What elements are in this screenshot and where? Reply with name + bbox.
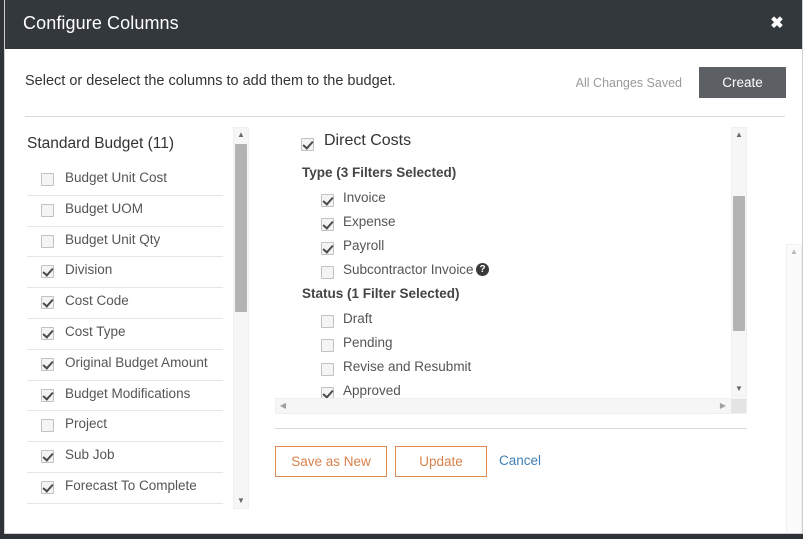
create-button[interactable]: Create [699, 67, 786, 98]
dialog-titlebar: Configure Columns ✖ [5, 0, 802, 49]
column-list-item[interactable]: Original Budget Amount [27, 350, 223, 381]
column-label: Budget Modifications [65, 385, 191, 401]
column-checkbox[interactable] [41, 173, 54, 186]
column-list: Budget Unit Cost Budget UOM Budget Unit Qt… [27, 165, 223, 510]
filter-label: Subcontractor Invoice [343, 262, 474, 277]
direct-costs-panel: Direct Costs Type (3 Filters Selected) In… [275, 117, 753, 517]
chevron-up-icon[interactable]: ▲ [732, 128, 746, 142]
filter-label: Payroll [343, 238, 385, 253]
scrollbar-corner [731, 399, 746, 413]
filter-checkbox[interactable] [321, 266, 334, 279]
column-list-item[interactable]: Forecast To Complete [27, 473, 223, 504]
direct-costs-checkbox[interactable] [301, 138, 314, 151]
configure-columns-dialog: Configure Columns ✖ Select or deselect t… [4, 0, 803, 534]
dialog-body: Standard Budget (11) Budget Unit Cost Bud… [5, 117, 802, 533]
column-label: Budget Unit Qty [65, 231, 161, 247]
filter-checkbox[interactable] [321, 315, 334, 328]
column-list-item[interactable]: Division [27, 257, 223, 289]
column-checkbox[interactable] [41, 450, 54, 464]
instruction-text: Select or deselect the columns to add th… [25, 73, 396, 89]
column-list-item[interactable]: Budget UOM [27, 196, 223, 227]
chevron-up-icon[interactable]: ▲ [234, 128, 248, 142]
filter-label: Approved [343, 383, 401, 398]
save-status-text: All Changes Saved [575, 76, 682, 90]
dialog-title: Configure Columns [23, 13, 179, 33]
column-label: Cost Type [65, 323, 126, 339]
filter-checkbox[interactable] [321, 363, 334, 376]
column-checkbox[interactable] [41, 203, 54, 217]
filter-checkbox[interactable] [321, 194, 334, 207]
direct-costs-label: Direct Costs [324, 132, 412, 149]
column-list-scrollbar[interactable]: ▲ ▼ [233, 127, 249, 509]
filter-checkbox[interactable] [321, 339, 334, 352]
filter-label: Invoice [343, 190, 386, 205]
filters-vertical-scrollbar[interactable]: ▲ ▼ [731, 127, 747, 397]
chevron-up-icon[interactable]: ▲ [787, 245, 801, 259]
filter-label: Expense [343, 214, 396, 229]
column-list-item[interactable]: Budget Unit Qty [27, 227, 223, 258]
cancel-link[interactable]: Cancel [499, 453, 541, 468]
chevron-left-icon[interactable]: ◀ [276, 399, 290, 413]
column-list-item[interactable]: Sub Job [27, 442, 223, 473]
chevron-right-icon[interactable]: ▶ [716, 399, 730, 413]
chevron-down-icon[interactable]: ▼ [732, 382, 746, 396]
filters-horizontal-scrollbar[interactable]: ◀ ▶ [275, 398, 747, 414]
column-label: Sub Job [65, 447, 115, 463]
column-label: Forecast To Complete [65, 477, 197, 493]
filters-scroll-area: Direct Costs Type (3 Filters Selected) In… [275, 127, 730, 417]
column-label: Division [65, 262, 113, 278]
filter-label: Revise and Resubmit [343, 359, 472, 374]
column-checkbox[interactable] [41, 419, 54, 433]
column-checkbox[interactable] [41, 388, 54, 402]
column-checkbox[interactable] [41, 357, 54, 371]
save-as-new-button[interactable]: Save as New [275, 446, 387, 477]
filter-label: Pending [343, 335, 393, 350]
column-list-item[interactable]: Budget Unit Cost [27, 165, 223, 196]
column-checkbox[interactable] [41, 326, 54, 340]
column-label: Original Budget Amount [65, 354, 208, 370]
column-list-item[interactable]: Budget Modifications [27, 381, 223, 412]
standard-budget-panel: Standard Budget (11) Budget Unit Cost Bud… [25, 117, 253, 517]
column-checkbox[interactable] [41, 265, 54, 279]
column-label: Project [65, 416, 108, 432]
close-icon[interactable]: ✖ [766, 13, 788, 35]
filter-checkbox[interactable] [321, 242, 334, 255]
column-list-item[interactable]: Project [27, 411, 223, 443]
scrollbar-thumb[interactable] [235, 144, 247, 312]
column-checkbox[interactable] [41, 480, 54, 494]
column-checkbox[interactable] [41, 234, 54, 248]
column-label: Budget Unit Cost [65, 170, 168, 185]
help-circle-icon[interactable]: ? [476, 263, 489, 276]
filter-group-heading: Status (1 Filter Selected) [302, 286, 460, 301]
chevron-down-icon[interactable]: ▼ [234, 494, 248, 508]
filter-checkbox[interactable] [321, 218, 334, 231]
update-button[interactable]: Update [395, 446, 487, 477]
page-scrollbar[interactable]: ▲ ▼ [786, 244, 802, 533]
column-list-item[interactable]: Cost Type [27, 319, 223, 350]
standard-budget-title: Standard Budget (11) [27, 135, 175, 152]
filter-label: Draft [343, 311, 373, 326]
column-list-item[interactable]: Cost Code [27, 288, 223, 319]
dialog-subheader: Select or deselect the columns to add th… [5, 49, 802, 117]
scrollbar-thumb[interactable] [733, 196, 745, 331]
column-label: Cost Code [65, 293, 129, 309]
actions-divider [275, 428, 747, 429]
column-checkbox[interactable] [41, 296, 54, 310]
column-label: Budget UOM [65, 200, 144, 216]
dialog-backdrop: Configure Columns ✖ Select or deselect t… [0, 0, 803, 539]
filter-group-heading: Type (3 Filters Selected) [302, 165, 457, 180]
